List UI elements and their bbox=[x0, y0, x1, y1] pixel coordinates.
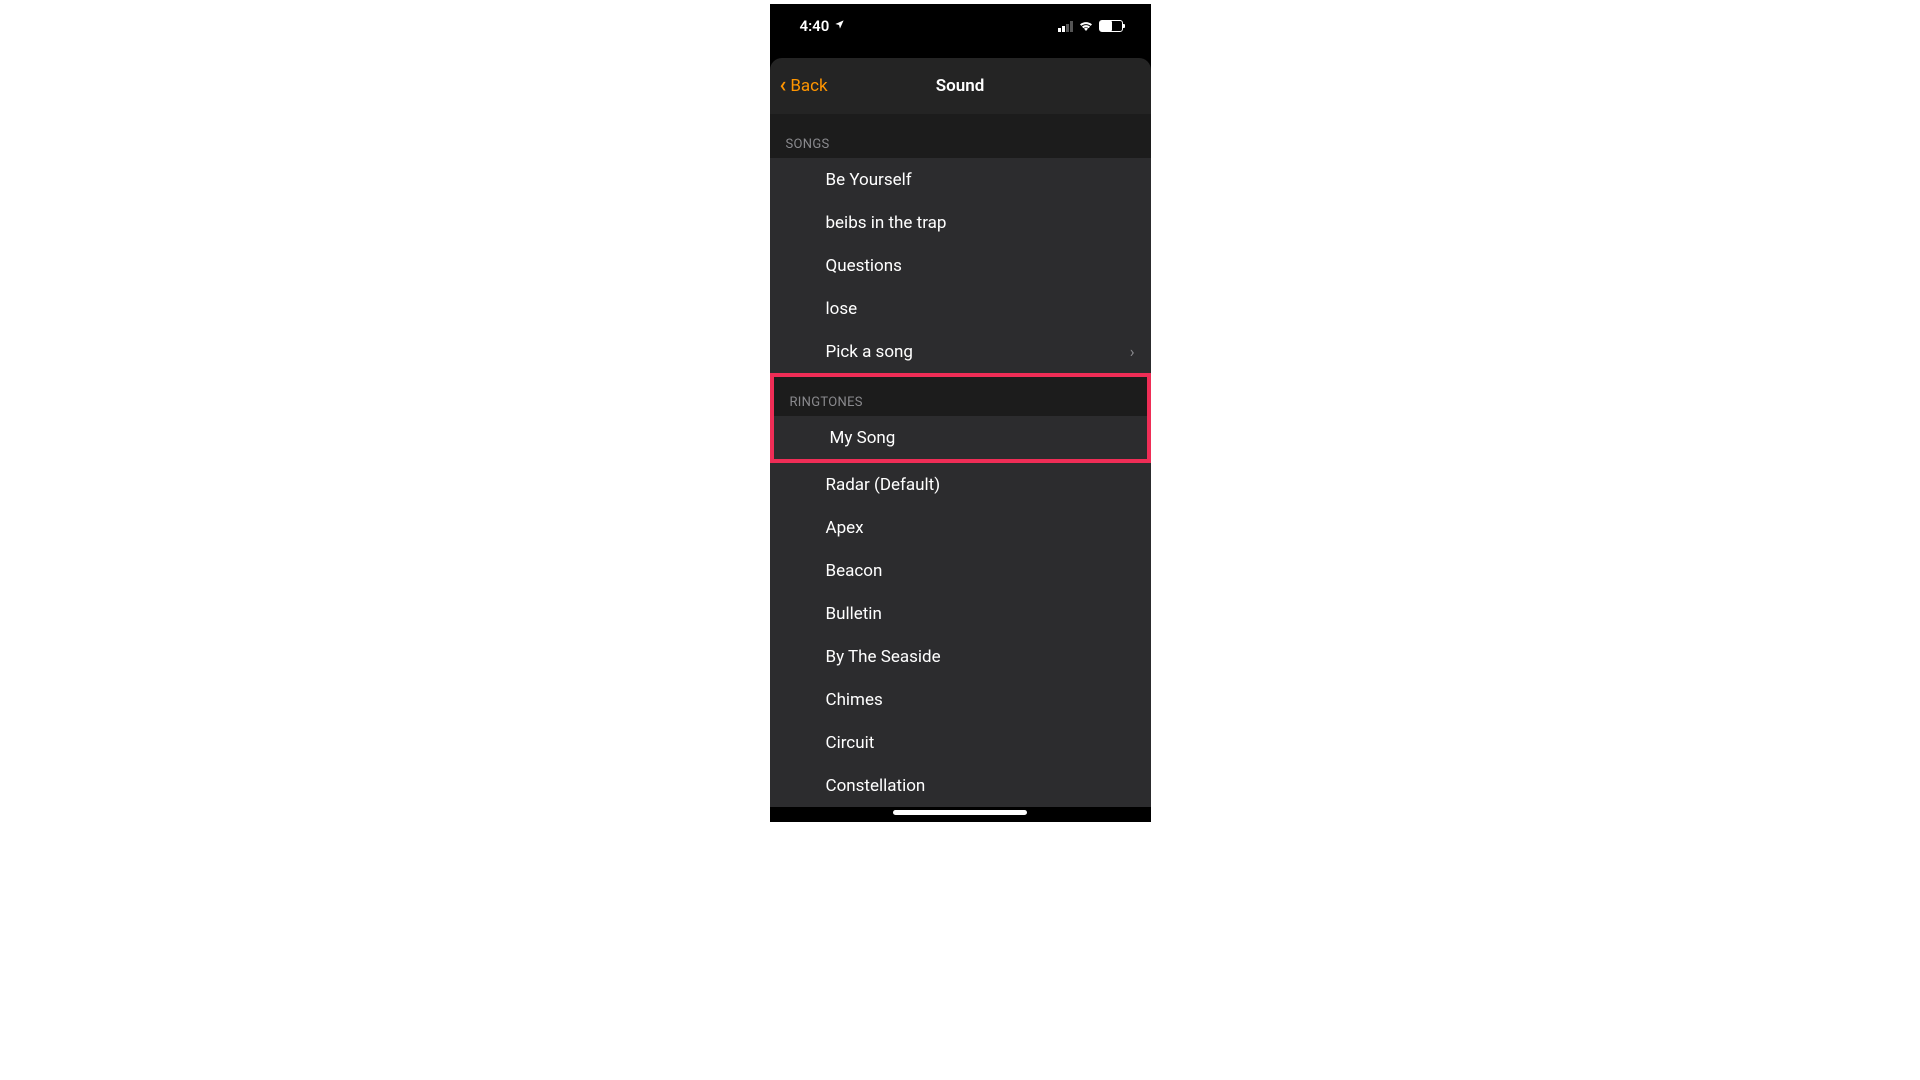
status-left: 4:40 bbox=[800, 17, 846, 35]
status-right bbox=[1058, 17, 1123, 35]
ringtone-label: By The Seaside bbox=[826, 647, 941, 667]
ringtone-label: My Song bbox=[830, 428, 896, 448]
ringtones-header: Ringtones bbox=[774, 377, 1147, 416]
pick-a-song[interactable]: Pick a song › bbox=[770, 330, 1151, 373]
page-title: Sound bbox=[936, 76, 985, 96]
songs-header: Songs bbox=[770, 114, 1151, 158]
ringtone-label: Radar (Default) bbox=[826, 475, 941, 495]
ringtone-item[interactable]: By The Seaside bbox=[770, 635, 1151, 678]
ringtone-item[interactable]: Circuit bbox=[770, 721, 1151, 764]
ringtone-label: Constellation bbox=[826, 776, 926, 796]
chevron-right-icon: › bbox=[1130, 342, 1135, 361]
status-time: 4:40 bbox=[800, 17, 830, 35]
wifi-icon bbox=[1078, 17, 1094, 35]
ringtone-item[interactable]: Radar (Default) bbox=[770, 463, 1151, 506]
song-item[interactable]: Questions bbox=[770, 244, 1151, 287]
home-indicator[interactable] bbox=[893, 810, 1027, 815]
cellular-signal-icon bbox=[1058, 21, 1073, 32]
song-label: beibs in the trap bbox=[826, 213, 947, 233]
song-label: lose bbox=[826, 299, 858, 319]
song-item[interactable]: lose bbox=[770, 287, 1151, 330]
back-label: Back bbox=[790, 76, 827, 96]
ringtone-item[interactable]: Constellation bbox=[770, 764, 1151, 807]
ringtone-my-song[interactable]: My Song bbox=[774, 416, 1147, 459]
highlight-annotation: Ringtones My Song bbox=[770, 373, 1151, 463]
song-item[interactable]: Be Yourself bbox=[770, 158, 1151, 201]
location-icon bbox=[834, 19, 845, 33]
ringtone-item[interactable]: Beacon bbox=[770, 549, 1151, 592]
status-bar: 4:40 bbox=[770, 4, 1151, 48]
songs-list: Be Yourself beibs in the trap Questions … bbox=[770, 158, 1151, 373]
ringtone-label: Chimes bbox=[826, 690, 883, 710]
content: Songs Be Yourself beibs in the trap Ques… bbox=[770, 114, 1151, 807]
ringtone-label: Beacon bbox=[826, 561, 883, 581]
song-item[interactable]: beibs in the trap bbox=[770, 201, 1151, 244]
ringtone-item[interactable]: Chimes bbox=[770, 678, 1151, 721]
song-label: Questions bbox=[826, 256, 902, 276]
ringtone-item[interactable]: Apex bbox=[770, 506, 1151, 549]
phone-screen: 4:40 ‹ Back S bbox=[770, 4, 1151, 822]
ringtone-label: Apex bbox=[826, 518, 864, 538]
song-label: Be Yourself bbox=[826, 170, 912, 190]
chevron-left-icon: ‹ bbox=[780, 73, 787, 98]
ringtone-label: Bulletin bbox=[826, 604, 882, 624]
nav-bar: ‹ Back Sound bbox=[770, 58, 1151, 114]
ringtone-label: Circuit bbox=[826, 733, 875, 753]
battery-icon bbox=[1099, 20, 1123, 32]
ringtones-list: Radar (Default) Apex Beacon Bulletin By … bbox=[770, 463, 1151, 807]
song-label: Pick a song bbox=[826, 342, 913, 362]
back-button[interactable]: ‹ Back bbox=[780, 75, 828, 98]
ringtone-item[interactable]: Bulletin bbox=[770, 592, 1151, 635]
